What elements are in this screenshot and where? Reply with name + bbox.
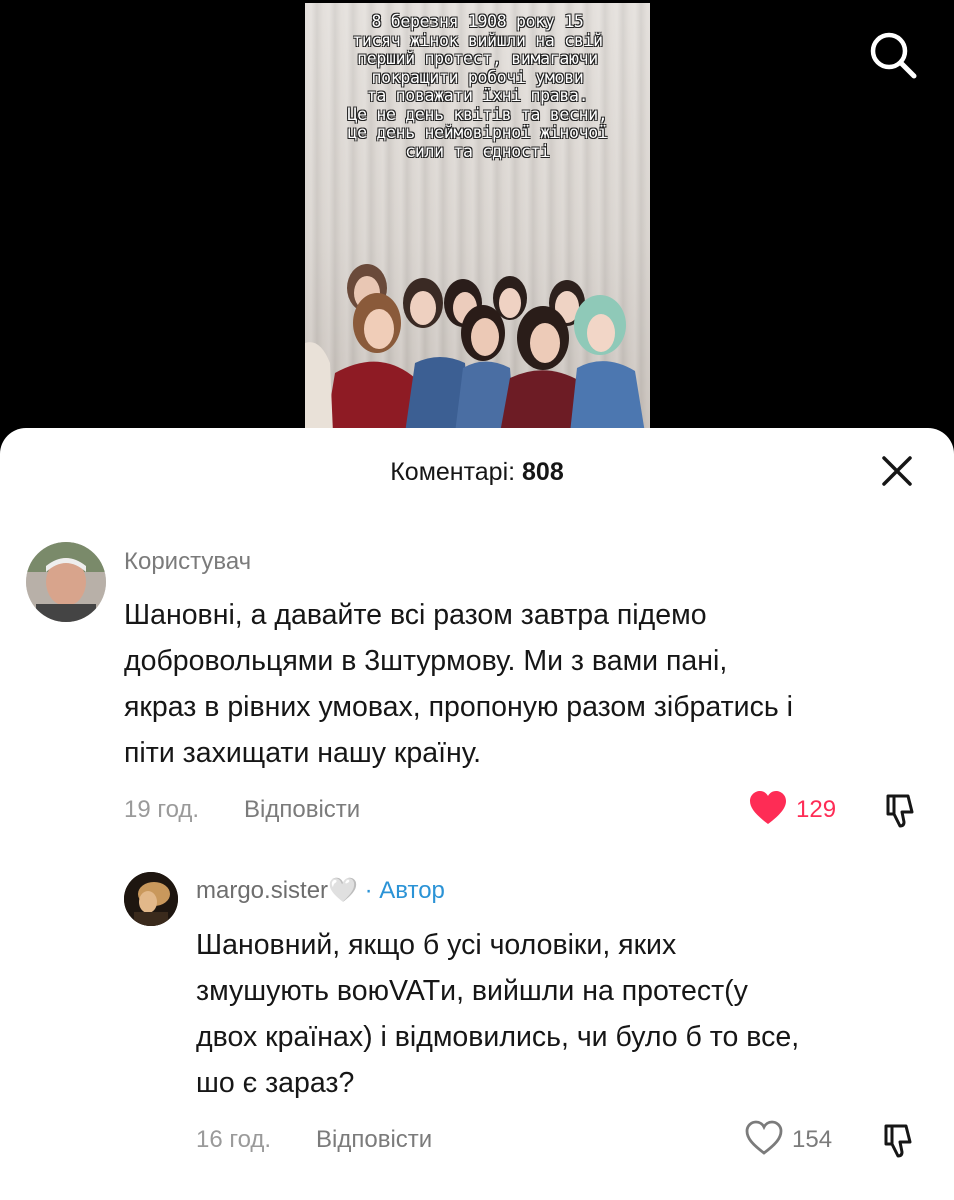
dislike-button[interactable] bbox=[878, 1120, 918, 1160]
comment-timestamp: 19 год. bbox=[124, 796, 200, 823]
comments-count: 808 bbox=[522, 458, 564, 486]
comments-sheet: Коментарі: 808 Користувач Шановні, а дав… bbox=[0, 428, 954, 1200]
comment-line: шо є зараз? bbox=[196, 1067, 355, 1099]
thumbs-down-icon bbox=[884, 1124, 912, 1158]
video-player[interactable]: 8 березня 1908 року 15 тисяч жінок вийшл… bbox=[0, 0, 954, 440]
comments-title-label: Коментарі: bbox=[390, 458, 516, 486]
search-button[interactable] bbox=[866, 28, 920, 82]
comment-username[interactable]: margo.sister🤍 · Автор bbox=[196, 876, 445, 905]
avatar[interactable] bbox=[124, 872, 178, 926]
reply-button[interactable]: Відповісти bbox=[316, 1126, 432, 1154]
comment-line: змушують воюVATи, вийшли на протест(у bbox=[196, 975, 748, 1007]
search-icon bbox=[870, 32, 917, 79]
close-icon bbox=[882, 456, 912, 486]
reply-button[interactable]: Відповісти bbox=[244, 796, 360, 824]
heart-outline-icon bbox=[745, 1120, 783, 1155]
comment-text: Шановні, а давайте всі разом завтра піде… bbox=[124, 592, 793, 776]
comments-title: Коментарі: 808 bbox=[0, 458, 954, 487]
thumbs-down-icon bbox=[886, 794, 914, 828]
comment-line: піти захищати нашу країну. bbox=[124, 737, 482, 769]
comment-line: Шановні, а давайте всі разом завтра піде… bbox=[124, 599, 707, 631]
comment-line: Шановний, якщо б усі чоловіки, яких bbox=[196, 929, 677, 961]
author-badge: · Автор bbox=[364, 877, 445, 904]
author-username: margo.sister🤍 bbox=[196, 877, 358, 904]
dislike-button[interactable] bbox=[880, 790, 920, 830]
heart-filled-icon bbox=[750, 791, 786, 824]
like-count: 129 bbox=[796, 796, 837, 823]
avatar-image bbox=[124, 872, 178, 926]
avatar[interactable] bbox=[26, 542, 106, 622]
comment-timestamp: 16 год. bbox=[196, 1126, 272, 1153]
comment-line: якраз в рівних умовах, пропоную разом зі… bbox=[124, 691, 793, 723]
like-count: 154 bbox=[792, 1126, 833, 1153]
like-button[interactable] bbox=[744, 1120, 784, 1156]
avatar-image bbox=[26, 542, 106, 622]
video-frame[interactable]: 8 березня 1908 року 15 тисяч жінок вийшл… bbox=[305, 3, 650, 433]
comment-username[interactable]: Користувач bbox=[124, 548, 251, 576]
like-button[interactable] bbox=[748, 790, 788, 826]
comment-text: Шановний, якщо б усі чоловіки, яких змуш… bbox=[196, 922, 799, 1106]
video-caption-overlay: 8 березня 1908 року 15 тисяч жінок вийшл… bbox=[347, 12, 608, 161]
close-button[interactable] bbox=[874, 454, 918, 490]
comment-line: добровольцями в 3штурмову. Ми з вами пан… bbox=[124, 645, 728, 677]
comment-line: двох країнах) і відмовились, чи було б т… bbox=[196, 1021, 800, 1053]
